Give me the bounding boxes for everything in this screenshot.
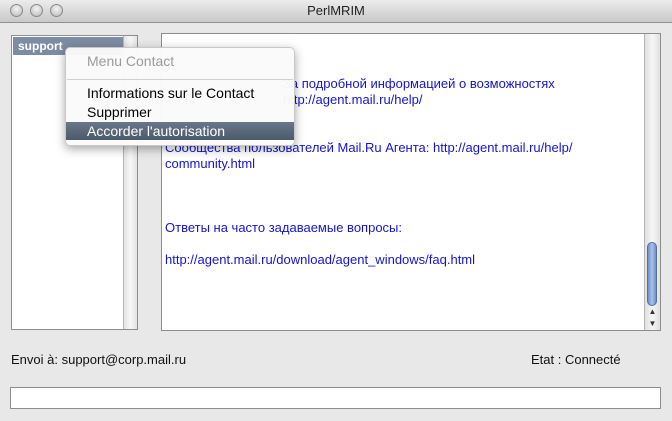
message-line: community.html bbox=[165, 156, 256, 171]
menu-item-contact-info[interactable]: Informations sur le Contact bbox=[66, 84, 294, 102]
message-line bbox=[165, 236, 635, 252]
message-line: http://agent.mail.ru/download/agent_wind… bbox=[165, 252, 476, 267]
connection-status: Etat : Connecté bbox=[531, 352, 621, 367]
scroll-up-arrow-icon[interactable]: ▲ bbox=[645, 306, 660, 317]
scroll-down-arrow-icon[interactable]: ▼ bbox=[645, 318, 660, 329]
menu-item-grant-authorization[interactable]: Accorder l'autorisation bbox=[66, 122, 294, 140]
message-line bbox=[165, 172, 635, 188]
menu-separator bbox=[67, 79, 293, 80]
message-line bbox=[165, 204, 635, 220]
contact-context-menu: Menu Contact Informations sur le Contact… bbox=[65, 47, 295, 146]
message-input[interactable] bbox=[10, 387, 661, 409]
window-titlebar: PerlMRIM bbox=[0, 0, 672, 23]
scrollbar-thumb[interactable] bbox=[647, 242, 657, 306]
menu-item-delete[interactable]: Supprimer bbox=[66, 103, 294, 121]
message-line bbox=[165, 188, 635, 204]
context-menu-header: Menu Contact bbox=[87, 53, 175, 69]
send-to-label: Envoi à: support@corp.mail.ru bbox=[11, 352, 187, 367]
window-title: PerlMRIM bbox=[307, 3, 365, 18]
message-scrollbar[interactable]: ▲ ▼ bbox=[644, 34, 660, 330]
message-line: Ответы на часто задаваемые вопросы: bbox=[165, 220, 403, 235]
